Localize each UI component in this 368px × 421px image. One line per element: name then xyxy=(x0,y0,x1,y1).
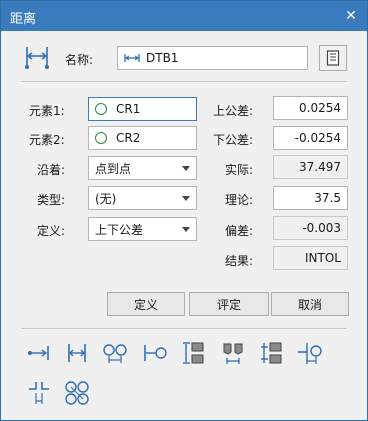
chevron-down-icon xyxy=(182,226,190,232)
report-button[interactable] xyxy=(319,45,347,71)
upper-tolerance-label: 上公差: xyxy=(213,104,254,118)
nominal-field[interactable]: 37.5 xyxy=(273,186,348,210)
result-value: INTOL xyxy=(305,251,341,265)
deviation-label: 偏差: xyxy=(225,224,254,238)
distance-type-icon xyxy=(25,47,49,69)
chevron-down-icon xyxy=(182,195,190,201)
distance-small-icon xyxy=(124,54,140,62)
close-icon[interactable]: ✕ xyxy=(341,6,361,26)
lower-tolerance-value: -0.0254 xyxy=(294,131,341,145)
distance-dialog: 距离 ✕ 名称: DTB1 元素1: CR1 元素2: CR2 沿着: 点到点 … xyxy=(0,0,368,421)
element2-value: CR2 xyxy=(116,131,141,145)
type-label: 类型: xyxy=(37,193,66,207)
report-icon xyxy=(326,50,340,66)
element1-label: 元素1: xyxy=(29,104,65,118)
evaluate-button[interactable]: 评定 xyxy=(189,292,269,316)
nominal-label: 理论: xyxy=(225,193,254,207)
distance-parallel-icon[interactable] xyxy=(63,339,91,367)
circle-icon xyxy=(95,103,107,115)
actual-field: 37.497 xyxy=(273,155,348,179)
title-bar: 距离 ✕ xyxy=(1,1,367,31)
distance-four-circles-icon[interactable] xyxy=(63,379,91,407)
distance-vertical-icon[interactable] xyxy=(179,339,207,367)
along-select[interactable]: 点到点 xyxy=(88,156,197,180)
chevron-down-icon xyxy=(182,165,190,171)
name-field[interactable]: DTB1 xyxy=(117,46,308,70)
define-button[interactable]: 定义 xyxy=(107,292,185,316)
nominal-value: 37.5 xyxy=(314,191,341,205)
element1-value: CR1 xyxy=(116,102,141,116)
element2-label: 元素2: xyxy=(29,133,65,147)
lower-tolerance-field[interactable]: -0.0254 xyxy=(273,126,348,150)
result-field: INTOL xyxy=(273,246,348,270)
distance-gap-icon[interactable] xyxy=(25,379,53,407)
along-label: 沿着: xyxy=(37,163,66,177)
window-title: 距离 xyxy=(10,12,37,27)
actual-label: 实际: xyxy=(225,163,254,177)
element1-field[interactable]: CR1 xyxy=(88,97,197,121)
distance-circle-to-circle-icon[interactable] xyxy=(101,339,129,367)
deviation-value: -0.003 xyxy=(302,221,341,235)
distance-angled-icon[interactable] xyxy=(219,339,247,367)
circle-icon xyxy=(95,132,107,144)
upper-tolerance-value: 0.0254 xyxy=(299,101,341,115)
define-value: 上下公差 xyxy=(95,222,144,237)
distance-point-to-point-icon[interactable] xyxy=(25,339,53,367)
name-label: 名称: xyxy=(65,53,94,67)
type-value: (无) xyxy=(95,191,117,206)
separator xyxy=(21,81,347,82)
element2-field[interactable]: CR2 xyxy=(88,126,197,150)
upper-tolerance-field[interactable]: 0.0254 xyxy=(273,96,348,120)
deviation-field: -0.003 xyxy=(273,216,348,240)
cancel-button[interactable]: 取消 xyxy=(271,292,349,316)
separator xyxy=(21,328,347,329)
lower-tolerance-label: 下公差: xyxy=(213,133,254,147)
actual-value: 37.497 xyxy=(299,160,341,174)
distance-point-to-line-icon[interactable] xyxy=(141,339,169,367)
distance-vertical-stepped-icon[interactable] xyxy=(257,339,285,367)
result-label: 结果: xyxy=(225,254,254,268)
define-select[interactable]: 上下公差 xyxy=(88,217,197,241)
distance-line-to-circle-icon[interactable] xyxy=(295,339,323,367)
define-label: 定义: xyxy=(37,224,66,238)
name-value: DTB1 xyxy=(146,51,179,65)
type-select[interactable]: (无) xyxy=(88,186,197,210)
along-value: 点到点 xyxy=(95,161,132,176)
